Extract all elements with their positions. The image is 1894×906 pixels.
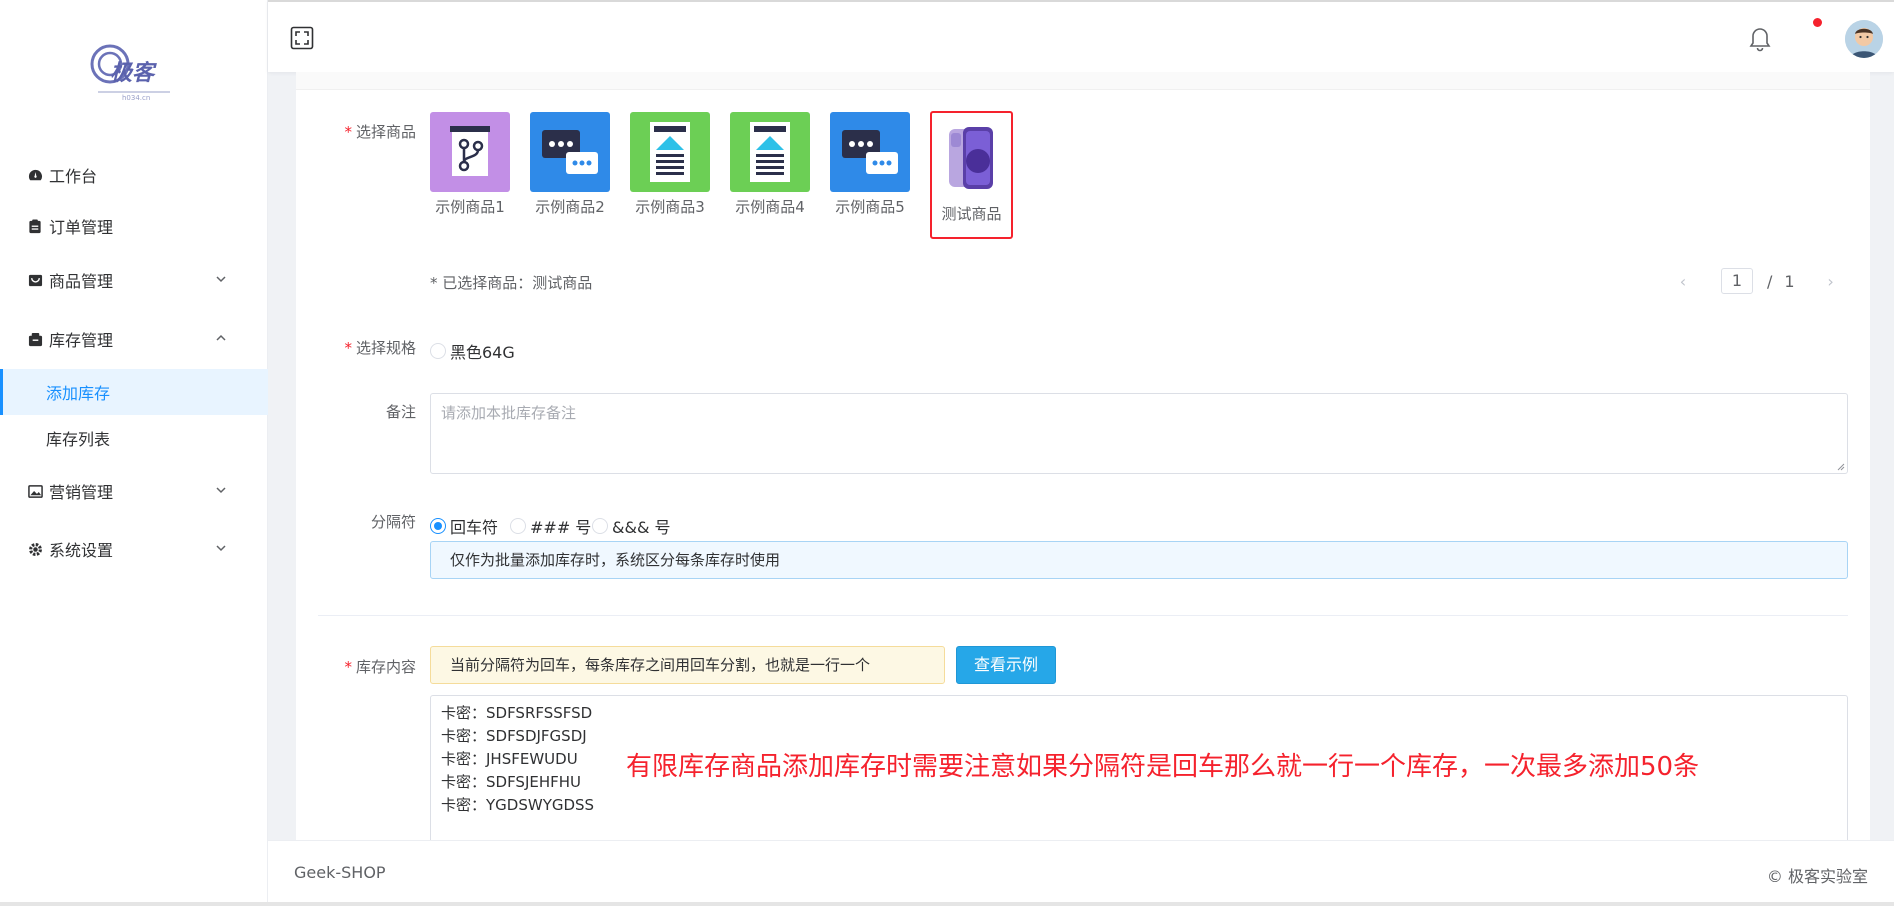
resize-handle-icon[interactable] <box>1835 461 1845 471</box>
svg-text:h034.cn: h034.cn <box>122 94 150 102</box>
chevron-up-icon <box>216 334 226 341</box>
selected-product-note: * 已选择商品：测试商品 <box>430 274 593 292</box>
product-name: 示例商品5 <box>835 198 905 216</box>
product-name: 示例商品3 <box>635 198 705 216</box>
sidebar-subitem-add-stock[interactable]: 添加库存 <box>0 369 268 415</box>
sidebar-item-label: 库存管理 <box>49 331 114 350</box>
sidebar-subitem-label: 库存列表 <box>46 430 111 449</box>
logo[interactable]: 极客 h034.cn <box>88 40 180 102</box>
svg-text:极客: 极客 <box>110 60 157 86</box>
sidebar-item-orders[interactable]: 订单管理 <box>0 201 268 251</box>
order-icon <box>27 218 43 234</box>
chevron-down-icon <box>216 545 226 552</box>
divider <box>318 615 1848 616</box>
product-name: 示例商品2 <box>535 198 605 216</box>
remark-textarea[interactable]: 请添加本批库存备注 <box>430 393 1848 474</box>
sidebar-item-label: 工作台 <box>49 167 98 186</box>
product-card[interactable]: 示例商品4 <box>729 112 811 217</box>
inventory-icon <box>27 331 43 347</box>
chat-icon <box>830 112 910 192</box>
annotation-note: 有限库存商品添加库存时需要注意如果分隔符是回车那么就一行一个库存，一次最多添加5… <box>626 752 1700 782</box>
separator-hint: 仅作为批量添加库存时，系统区分每条库存时使用 <box>430 541 1848 579</box>
product-card-selected[interactable]: 测试商品 <box>930 111 1013 239</box>
product-card[interactable]: 示例商品1 <box>429 112 511 217</box>
select-product-label: * 选择商品 <box>344 123 416 141</box>
separator-radio-enter[interactable]: 回车符 <box>430 514 498 538</box>
prev-page-icon[interactable]: ‹ <box>1673 272 1693 291</box>
sidebar-item-label: 营销管理 <box>49 483 114 502</box>
phone-icon <box>932 119 1012 199</box>
picture-icon <box>27 483 43 499</box>
sidebar-item-inventory[interactable]: 库存管理 <box>0 314 268 364</box>
sidebar-subitem-stock-list[interactable]: 库存列表 <box>0 415 268 461</box>
chevron-down-icon <box>216 276 226 283</box>
chevron-down-icon <box>216 487 226 494</box>
avatar[interactable] <box>1845 20 1883 58</box>
remark-label: 备注 <box>385 403 416 421</box>
product-card[interactable]: 示例商品2 <box>529 112 611 217</box>
product-name: 示例商品4 <box>735 198 805 216</box>
page-separator: / <box>1767 271 1773 291</box>
sidebar: 极客 h034.cn 工作台 订单管理 商品管理 库存管理 添加库存 库存列表 <box>0 0 268 906</box>
spec-radio[interactable]: 黑色64G <box>430 339 515 363</box>
page-input[interactable]: 1 <box>1721 268 1753 294</box>
bottom-bar <box>0 902 1894 906</box>
sidebar-item-label: 系统设置 <box>49 541 114 560</box>
document-icon <box>630 112 710 192</box>
top-header <box>268 0 1894 72</box>
stock-warning: 当前分隔符为回车，每条库存之间用回车分割，也就是一行一个 <box>430 646 945 684</box>
sidebar-item-label: 订单管理 <box>49 218 114 237</box>
product-card[interactable]: 示例商品5 <box>829 112 911 217</box>
product-name: 示例商品1 <box>435 198 505 216</box>
sidebar-item-label: 商品管理 <box>49 272 114 291</box>
separator-radio-hash[interactable]: ### 号 <box>510 514 591 538</box>
sidebar-item-dashboard[interactable]: 工作台 <box>0 150 268 200</box>
card-top-edge <box>296 72 1870 90</box>
branch-icon <box>430 112 510 192</box>
separator-label: 分隔符 <box>370 513 416 531</box>
page-total: 1 <box>1784 271 1795 291</box>
shop-icon <box>27 272 43 288</box>
stock-content-label: * 库存内容 <box>344 658 416 676</box>
notification-dot <box>1813 18 1822 27</box>
bell-icon[interactable] <box>1748 26 1772 54</box>
pagination: ‹ 1 / 1 › <box>1673 268 1841 294</box>
footer-brand: Geek-SHOP <box>294 863 386 882</box>
sidebar-subitem-label: 添加库存 <box>46 384 111 403</box>
gear-icon <box>27 541 43 557</box>
product-name: 测试商品 <box>941 205 1002 223</box>
sidebar-item-settings[interactable]: 系统设置 <box>0 524 268 574</box>
footer-copyright: © 极客实验室 <box>1766 867 1868 886</box>
fullscreen-icon[interactable] <box>290 26 314 50</box>
view-example-button[interactable]: 查看示例 <box>956 646 1056 684</box>
product-card[interactable]: 示例商品3 <box>629 112 711 217</box>
separator-radio-amp[interactable]: &&& 号 <box>592 514 671 538</box>
footer: Geek-SHOP © 极客实验室 <box>268 840 1894 906</box>
document-icon <box>730 112 810 192</box>
logo-mark-icon: 极客 h034.cn <box>90 44 170 102</box>
dashboard-icon <box>27 167 43 183</box>
chat-icon <box>530 112 610 192</box>
spec-label: * 选择规格 <box>344 339 416 357</box>
next-page-icon[interactable]: › <box>1821 272 1841 291</box>
sidebar-item-products[interactable]: 商品管理 <box>0 255 268 305</box>
sidebar-item-marketing[interactable]: 营销管理 <box>0 466 268 516</box>
